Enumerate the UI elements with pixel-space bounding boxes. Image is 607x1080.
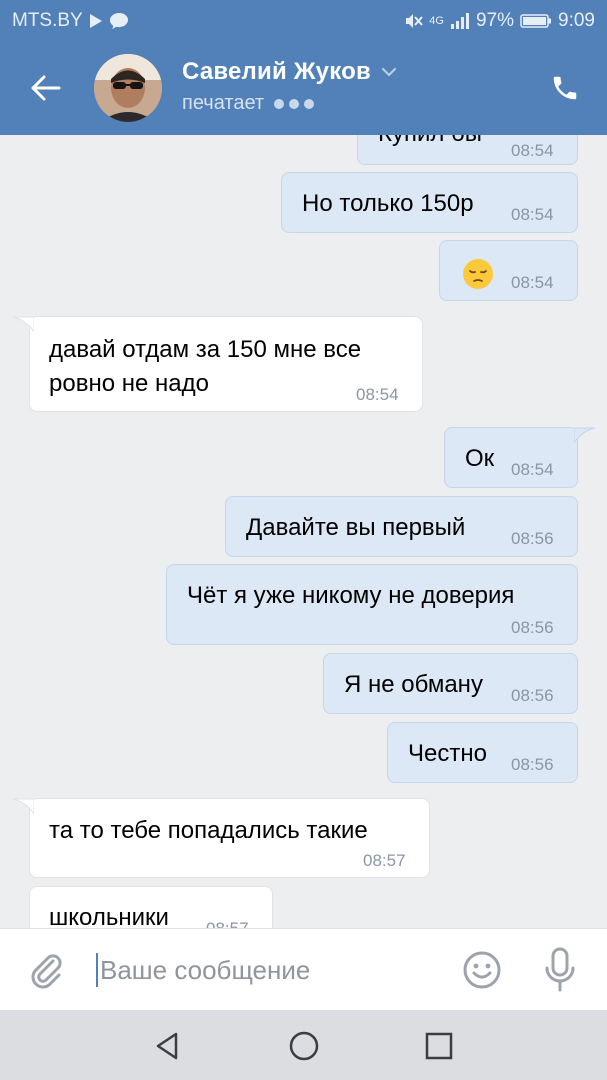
triangle-back-icon[interactable]: [152, 1030, 184, 1062]
back-button[interactable]: [26, 68, 66, 108]
signal-icon: [450, 12, 470, 30]
message-time: 08:54: [511, 273, 554, 292]
contact-name[interactable]: Савелий Жуков: [182, 58, 371, 86]
bubble-tail: [12, 798, 34, 814]
status-bar: MTS.BY 4G 97% 9:09: [0, 0, 607, 40]
message-text: Чёт я уже никому не доверия: [187, 582, 515, 609]
message-incoming[interactable]: школьники 08:57: [29, 886, 273, 928]
circle-home-icon[interactable]: [288, 1030, 320, 1062]
message-outgoing[interactable]: Давайте вы первый 08:56: [225, 496, 578, 557]
message-text: давай отдам за 150 мне все: [49, 336, 362, 363]
chat-header: MTS.BY 4G 97% 9:09 Савелий Жуков печатае…: [0, 0, 607, 135]
microphone-icon[interactable]: [542, 947, 578, 993]
message-outgoing[interactable]: 08:54: [439, 240, 578, 301]
bubble-tail: [12, 316, 34, 332]
chat-bubble-icon: [109, 12, 129, 30]
message-time: 08:54: [356, 385, 399, 404]
arrow-left-icon: [31, 75, 61, 101]
message-time: 08:56: [511, 755, 554, 774]
typing-status: печатает: [182, 92, 265, 114]
message-time: 08:54: [511, 141, 554, 160]
chevron-down-icon[interactable]: [381, 67, 397, 77]
message-text: Я не обману: [344, 671, 483, 698]
battery-percent: 97%: [475, 10, 515, 31]
clock: 9:09: [558, 10, 595, 31]
system-nav-bar: [0, 1010, 607, 1080]
carrier-label: MTS.BY: [12, 10, 83, 31]
phone-icon: [553, 76, 577, 100]
call-button[interactable]: [547, 70, 583, 106]
message-time: 08:54: [511, 460, 554, 479]
message-list[interactable]: Купил бы 08:54 Но только 150р 08:54 08:5…: [0, 135, 607, 928]
message-text: Но только 150р: [302, 190, 474, 217]
text-cursor: [96, 953, 98, 987]
message-outgoing[interactable]: Честно 08:56: [387, 722, 578, 783]
bubble-tail: [574, 427, 596, 443]
message-outgoing[interactable]: Я не обману 08:56: [323, 653, 578, 714]
avatar[interactable]: [94, 54, 162, 122]
message-time: 08:56: [511, 529, 554, 548]
message-incoming[interactable]: та то тебе попадались такие 08:57: [29, 798, 430, 878]
message-text: Давайте вы первый: [246, 514, 466, 541]
smile-icon[interactable]: [462, 950, 502, 990]
message-time: 08:56: [511, 686, 554, 705]
message-text: Купил бы: [378, 135, 482, 148]
play-icon: [89, 13, 103, 29]
message-incoming[interactable]: давай отдам за 150 мне все ровно не надо…: [29, 316, 423, 412]
message-outgoing[interactable]: Чёт я уже никому не доверия 08:56: [166, 564, 578, 645]
message-text: Честно: [408, 740, 487, 767]
message-text: та то тебе попадались такие: [49, 817, 368, 844]
message-composer: [0, 928, 607, 1010]
toolbar: Савелий Жуков печатает: [0, 40, 607, 135]
paperclip-icon[interactable]: [26, 949, 66, 989]
mute-icon: [403, 11, 424, 31]
message-outgoing[interactable]: Но только 150р 08:54: [281, 172, 578, 233]
message-outgoing[interactable]: Ок 08:54: [444, 427, 578, 488]
message-time: 08:57: [363, 851, 406, 870]
message-time: 08:54: [511, 205, 554, 224]
square-recents-icon[interactable]: [423, 1030, 455, 1062]
message-text-line2: ровно не надо: [49, 370, 209, 397]
network-type: 4G: [429, 15, 444, 27]
message-time: 08:57: [206, 919, 249, 928]
message-text: школьники: [49, 904, 169, 928]
battery-icon: [520, 13, 552, 29]
message-input[interactable]: [100, 952, 440, 988]
message-outgoing[interactable]: Купил бы 08:54: [357, 135, 578, 165]
pensive-face-icon: [463, 259, 493, 289]
message-text: Ок: [465, 445, 495, 472]
typing-dots-icon: [274, 98, 315, 109]
message-time: 08:56: [511, 618, 554, 637]
